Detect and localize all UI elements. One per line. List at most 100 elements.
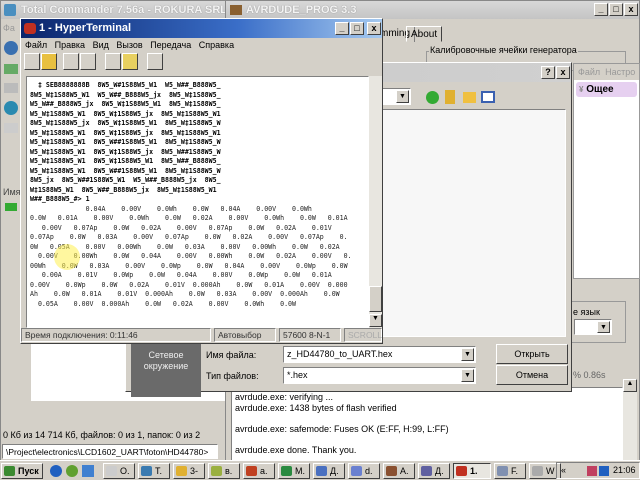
taskbar-item[interactable]: Д. — [418, 463, 450, 479]
menu-help[interactable]: Справка — [199, 40, 234, 50]
scroll-up-button[interactable]: ▲ — [623, 379, 637, 392]
taskbar-item-label: A. — [400, 466, 409, 476]
receive-icon[interactable] — [122, 53, 138, 70]
app-icon — [106, 466, 117, 476]
globe-icon[interactable] — [4, 101, 18, 115]
tray-expand-icon[interactable]: « — [561, 465, 566, 475]
log-scrollbar[interactable]: ▲ — [623, 379, 637, 461]
menu-call[interactable]: Вызов — [116, 40, 142, 50]
terminal-line: Ah 0.0W 0.01A 0.01V 0.000Ah 0.0W 0.03A 0… — [30, 290, 340, 298]
properties-icon[interactable] — [147, 53, 163, 70]
filename-input[interactable]: z_HD44780_to_UART.hex ▼ — [283, 346, 476, 363]
taskbar-item[interactable]: M. — [278, 463, 310, 479]
filetype-select[interactable]: *.hex ▼ — [283, 367, 476, 384]
avrdude-title-bar: AVRDUDE_PROG 3.3 — [226, 1, 639, 19]
taskbar-item[interactable]: O. — [103, 463, 135, 479]
tray-icon[interactable] — [587, 466, 597, 476]
terminal-screen[interactable]: ‡ SEB8888888B 8W5_W#1S88W5_W1 W5_W##_B88… — [26, 76, 369, 328]
quicklaunch-icon[interactable] — [50, 465, 62, 477]
command-line-path[interactable]: \Project\electronics\LCD1602_UART\foton\… — [2, 444, 218, 459]
places-network[interactable]: Сетевое окружение — [131, 339, 201, 397]
toolbar-icon[interactable] — [4, 123, 18, 133]
ht-menu-bar: Файл Правка Вид Вызов Передача Справка — [25, 40, 234, 50]
taskbar-item[interactable]: 3- — [173, 463, 205, 479]
system-tray: « 21:06 — [556, 462, 640, 479]
filetype-label: Тип файлов: — [206, 371, 259, 381]
app-icon — [281, 466, 292, 476]
taskbar-item-label: M. — [295, 466, 305, 476]
terminal-line: 8W5_W‡1S88W5_W1 W5_W##_B888W5_jx 8W5_W‡1… — [30, 90, 221, 99]
app-icon — [497, 466, 508, 476]
taskbar-item-label: T. — [155, 466, 163, 476]
progress-text: % 0.86s — [573, 370, 606, 380]
app-icon — [176, 466, 187, 476]
tray-icon[interactable] — [599, 466, 609, 476]
menu-transfer[interactable]: Передача — [150, 40, 191, 50]
menu-file[interactable]: Файл — [578, 67, 600, 77]
new-icon[interactable] — [24, 53, 40, 70]
section-general[interactable]: ¥ Ощее — [576, 82, 637, 97]
taskbar-item[interactable]: в. — [208, 463, 240, 479]
taskbar-item[interactable]: Д. — [313, 463, 345, 479]
scroll-down-button[interactable]: ▼ — [369, 314, 382, 327]
app-icon — [532, 466, 543, 476]
terminal-line: W5_W‡1S88W5_W1 8W5_W‡1S88W5_jx 8W5_W##1S… — [30, 147, 221, 156]
windows-logo-icon — [4, 466, 15, 476]
cancel-button[interactable]: Отмена — [496, 365, 568, 385]
close-button[interactable]: x — [556, 66, 570, 79]
quicklaunch-icon[interactable] — [82, 465, 94, 477]
scroll-thumb[interactable] — [369, 286, 382, 312]
terminal-line: 0.00V 0.00Wh 0.0W 0.04A 0.00V 0.00Wh 0.0… — [30, 252, 352, 260]
disconnect-icon[interactable] — [80, 53, 96, 70]
menu-view[interactable]: Вид — [93, 40, 109, 50]
drive-icon[interactable] — [4, 64, 18, 74]
taskbar-item-label: d. — [365, 466, 373, 476]
app-icon — [141, 466, 152, 476]
tc-menu-file[interactable]: Фа — [3, 23, 15, 33]
language-group-label: е язык — [573, 307, 600, 317]
terminal-line: W5_W‡1S88W5_W1 8W5_W##1S88W5_W1 8W5_W‡1S… — [30, 166, 221, 175]
taskbar-item[interactable]: a. — [243, 463, 275, 479]
minimize-button[interactable]: _ — [335, 22, 349, 35]
help-button[interactable]: ? — [541, 66, 555, 79]
open-icon[interactable] — [41, 53, 57, 70]
language-select[interactable]: ▼ — [574, 319, 612, 335]
calib-group-label: Калибровочные ячейки генератора — [429, 45, 578, 55]
taskbar-item[interactable]: A. — [383, 463, 415, 479]
terminal-line: W5_W‡1S88W5_W1 8W5_W##1S88W5_W1 8W5_W‡1S… — [30, 138, 221, 146]
maximize-button[interactable]: □ — [609, 3, 623, 16]
ht-title-bar: 1 - HyperTerminal — [21, 19, 382, 38]
taskbar-item[interactable]: T. — [138, 463, 170, 479]
taskbar-item[interactable]: 1. — [453, 463, 491, 479]
quicklaunch-icon[interactable] — [66, 465, 78, 477]
terminal-data-output: 0.04A 0.00V 0.0Wh 0.0W 0.04A 0.00V 0.0Wh… — [30, 205, 365, 310]
close-button[interactable]: x — [367, 22, 381, 35]
tab-about[interactable]: About — [406, 26, 443, 42]
taskbar-item[interactable]: F. — [494, 463, 526, 479]
view-menu-icon[interactable] — [481, 91, 495, 103]
tc-app-icon — [4, 4, 16, 16]
back-icon[interactable] — [426, 91, 439, 104]
menu-settings[interactable]: Настро — [605, 67, 635, 77]
close-button[interactable]: x — [624, 3, 638, 16]
menu-file[interactable]: Файл — [25, 40, 47, 50]
open-button[interactable]: Открыть — [496, 344, 568, 364]
terminal-line: 0.04A 0.00V 0.0Wh 0.0W 0.04A 0.00V 0.0Wh — [30, 204, 312, 213]
log-area[interactable]: avrdude.exe: verifying ... avrdude.exe: … — [231, 387, 623, 461]
minimize-button[interactable]: _ — [594, 3, 608, 16]
up-folder-icon[interactable] — [445, 90, 455, 104]
send-icon[interactable] — [105, 53, 121, 70]
column-name-header[interactable]: Имя — [3, 187, 21, 197]
terminal-line: W5_W‡1S88W5_W1 8W5_W‡1S88W5_jx 8W5_W‡1S8… — [30, 109, 221, 118]
toolbar-icon[interactable] — [4, 83, 18, 93]
terminal-scrollbar[interactable]: ▼ — [369, 76, 382, 328]
menu-edit[interactable]: Правка — [55, 40, 85, 50]
start-button[interactable]: Пуск — [1, 463, 43, 479]
maximize-button[interactable]: □ — [350, 22, 364, 35]
gear-icon[interactable] — [4, 41, 18, 55]
new-folder-icon[interactable] — [463, 92, 476, 103]
taskbar-item[interactable]: d. — [348, 463, 380, 479]
call-icon[interactable] — [63, 53, 79, 70]
terminal-line: 8W5_W‡1S88W5_jx 8W5_W‡1S88W5_W1 8W5_W‡1S… — [30, 119, 221, 127]
